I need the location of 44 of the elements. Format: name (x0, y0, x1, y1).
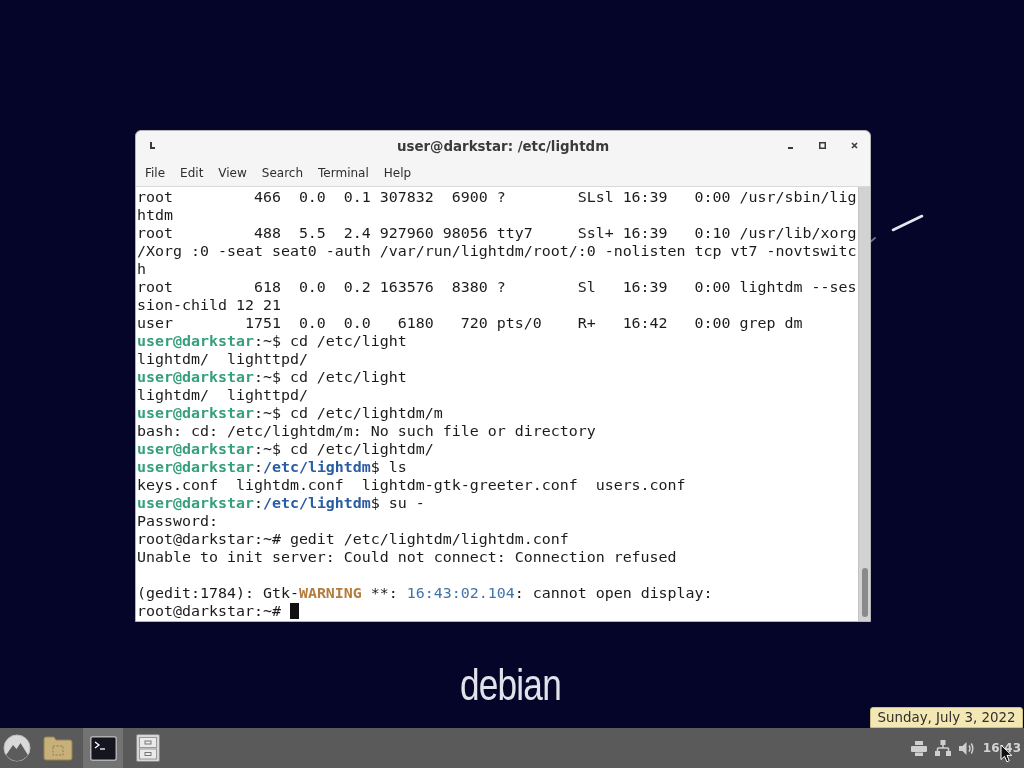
terminal-line: root 466 0.0 0.1 307832 6900 ? SLsl 16:39 0:00 /usr/sbin/lig (137, 188, 857, 206)
terminal-line: root@darkstar:~# gedit /etc/lightdm/lightdm.conf (137, 530, 569, 548)
maximize-icon (818, 142, 826, 149)
terminal-line: sion-child 12 21 (137, 296, 281, 314)
terminal-line: user 1751 0.0 0.0 6180 720 pts/0 R+ 16:42 0:00 grep dm (137, 314, 803, 332)
terminal-line: user@darkstar:/etc/lightdm$ ls (137, 458, 407, 476)
terminal-line: bash: cd: /etc/lightdm/m: No such file or directory (137, 422, 596, 440)
file-cabinet-icon (136, 734, 160, 762)
terminal-icon (89, 735, 117, 761)
menu-item[interactable]: Terminal (311, 162, 376, 184)
date-tooltip: Sunday, July 3, 2022 (870, 707, 1023, 728)
terminal-line: lightdm/ lighttpd/ (137, 350, 308, 368)
terminal-line: Unable to init server: Could not connect: Connection refused (137, 548, 677, 566)
menu-item[interactable]: Help (376, 162, 419, 184)
terminal-line: h (137, 260, 146, 278)
terminal-button[interactable] (83, 728, 123, 768)
terminal-line: user@darkstar:~$ cd /etc/lightdm/m (137, 404, 443, 422)
terminal-line: user@darkstar:~$ cd /etc/light (137, 332, 407, 350)
terminal-line: user@darkstar:~$ cd /etc/lightdm/ (137, 440, 434, 458)
terminal-line: lightdm/ lighttpd/ (137, 386, 308, 404)
printer-icon[interactable] (910, 740, 927, 756)
menu-item[interactable]: File (138, 162, 173, 184)
terminal-line: keys.conf lightdm.conf lightdm-gtk-greeter.conf users.conf (137, 476, 686, 494)
scrollbar-thumb[interactable] (861, 568, 868, 617)
terminal-line: (gedit:1784): Gtk-WARNING **: 16:43:02.104: cannot open display: (137, 584, 713, 602)
volume-icon[interactable] (958, 740, 975, 756)
terminal-line: user@darkstar:~$ cd /etc/light (137, 368, 407, 386)
debian-wordmark: debian (460, 663, 561, 707)
close-icon (850, 142, 858, 149)
terminal-line: htdm (137, 206, 173, 224)
folder-icon (43, 735, 73, 761)
terminal-line: root 618 0.0 0.2 163576 8380 ? Sl 16:39 0:00 lightdm --ses (137, 278, 857, 296)
menu-item[interactable]: Edit (173, 162, 211, 184)
menu-item[interactable]: View (211, 162, 254, 184)
window-menu-icon (149, 142, 155, 149)
terminal-line: root 488 5.5 2.4 927960 98056 tty7 Ssl+ 16:39 0:10 /usr/lib/xorg (137, 224, 857, 242)
terminal-line: root@darkstar:~# (137, 602, 281, 620)
terminal-line: Password: (137, 512, 218, 530)
window-title: user@darkstar: /etc/lightdm (396, 138, 610, 154)
network-icon[interactable] (934, 740, 951, 756)
terminal-line: /Xorg :0 -seat seat0 -auth /var/run/lightdm/root/:0 -nolisten tcp vt7 -novtswitc (137, 242, 857, 260)
menu-item[interactable]: Search (254, 162, 311, 184)
scrollbar-track[interactable] (858, 187, 870, 621)
terminal-line: user@darkstar:/etc/lightdm$ su - (137, 494, 425, 512)
